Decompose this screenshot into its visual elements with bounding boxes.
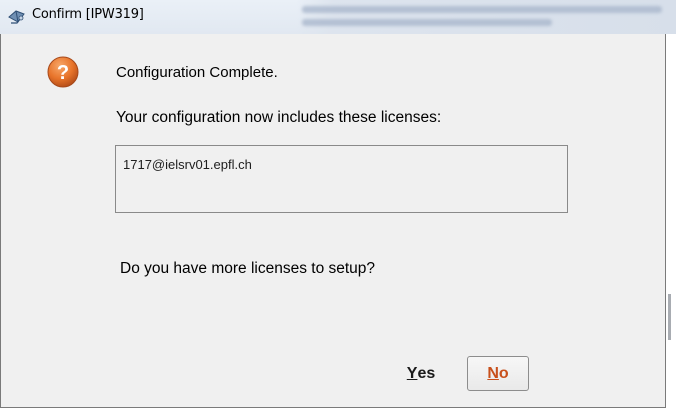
no-mnemonic: N bbox=[487, 364, 499, 382]
window-title: Confirm [IPW319] bbox=[32, 7, 144, 22]
question-icon-glyph: ? bbox=[57, 62, 69, 84]
confirm-dialog bbox=[0, 34, 666, 408]
dialog-question: Do you have more licenses to setup? bbox=[120, 260, 376, 277]
dialog-heading: Configuration Complete. bbox=[116, 64, 278, 81]
window-edge-mark bbox=[668, 294, 671, 340]
app-icon bbox=[7, 8, 27, 26]
title-bar: Confirm [IPW319] bbox=[0, 0, 676, 34]
license-list[interactable]: 1717@ielsrv01.epfl.ch bbox=[115, 145, 568, 213]
window-edge bbox=[666, 34, 676, 412]
no-button[interactable]: No bbox=[467, 356, 529, 391]
yes-mnemonic: Y bbox=[406, 365, 418, 382]
blur-text-line bbox=[302, 6, 662, 13]
question-icon: ? bbox=[47, 56, 79, 88]
blur-text-line bbox=[302, 19, 552, 26]
yes-label-rest: es bbox=[417, 365, 436, 382]
list-item[interactable]: 1717@ielsrv01.epfl.ch bbox=[123, 157, 252, 172]
yes-button[interactable]: Yes bbox=[387, 357, 455, 391]
background-window-blur bbox=[296, 0, 676, 34]
dialog-subheading: Your configuration now includes these li… bbox=[116, 109, 442, 126]
no-label-rest: o bbox=[498, 364, 509, 382]
